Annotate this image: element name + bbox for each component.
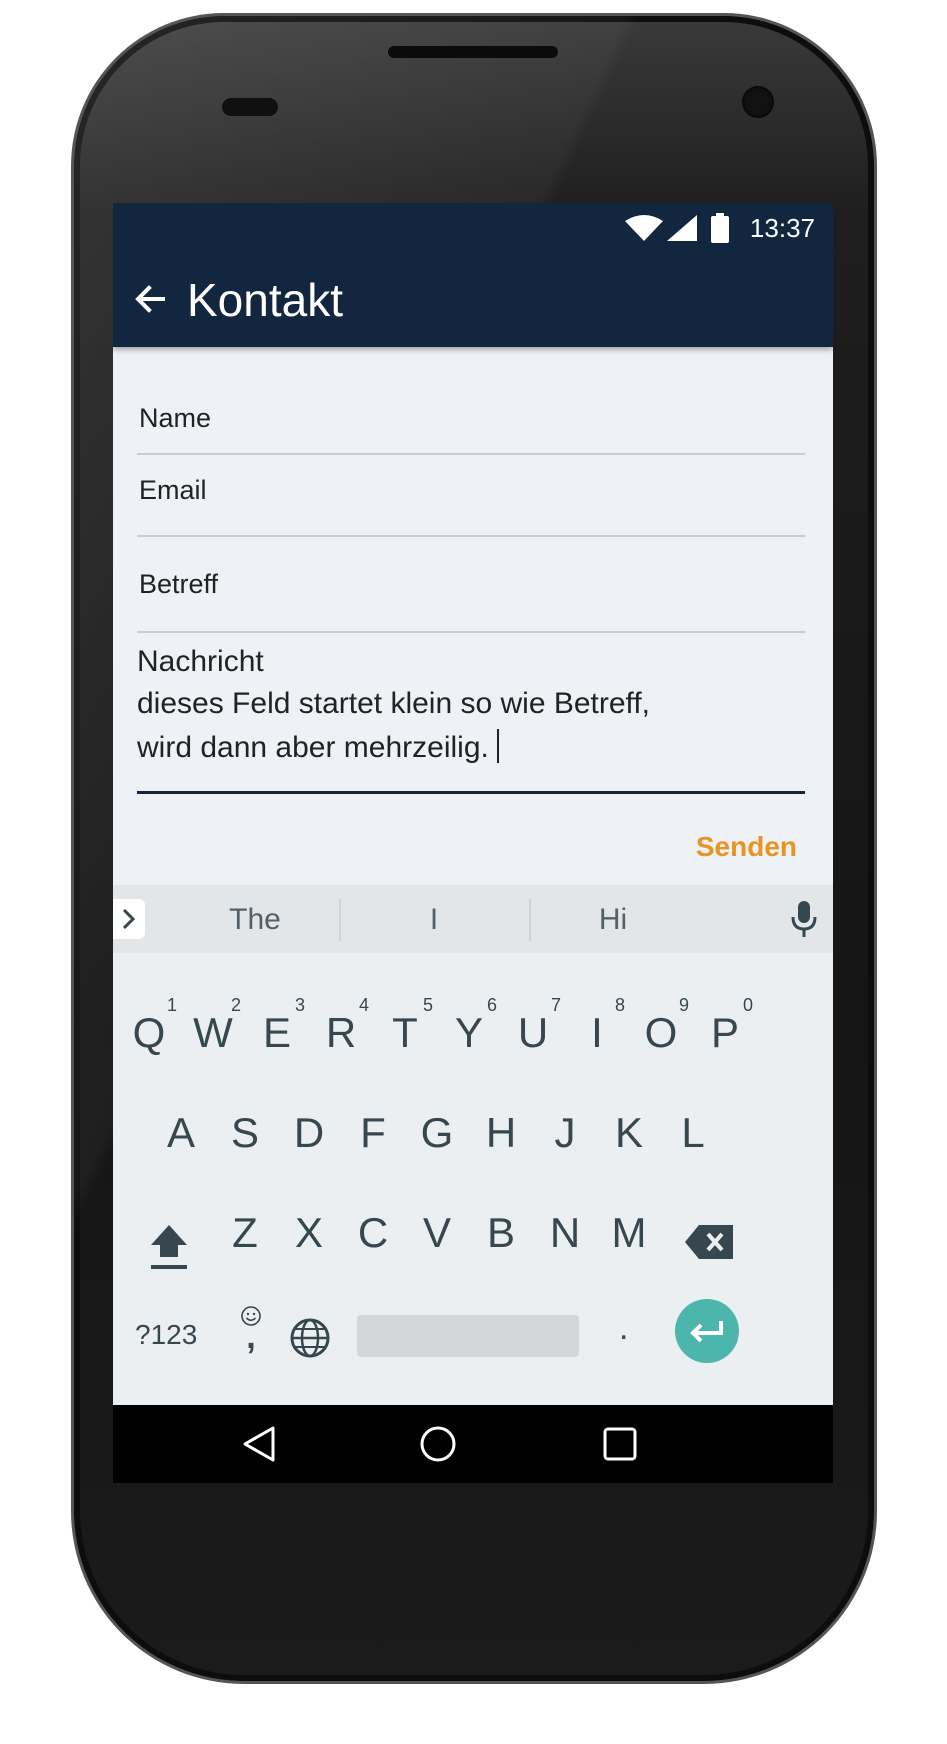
status-time: 13:37 [749,213,815,243]
subject-field-label: Betreff [139,569,219,599]
chevron-right-icon [122,908,136,930]
key-d[interactable]: D [277,1109,341,1157]
key-j[interactable]: J [533,1109,597,1157]
message-field[interactable]: Nachricht dieses Feld startet klein so w… [137,631,805,794]
subject-field[interactable]: Betreff [137,535,805,633]
proximity-sensor [222,98,278,116]
name-field-label: Name [139,403,212,433]
key-h[interactable]: H [469,1109,533,1157]
key-p[interactable]: P [693,1009,757,1057]
key-i[interactable]: I [565,1009,629,1057]
key-a[interactable]: A [149,1109,213,1157]
comma-key[interactable]: , [231,1305,271,1356]
globe-icon[interactable] [289,1317,331,1359]
suggestion-expand-button[interactable] [113,899,145,939]
wifi-icon [625,215,663,241]
suggestion-strip: The I Hi [113,885,833,953]
period-key[interactable]: . [619,1309,628,1348]
message-text-line-2-text: wird dann aber mehrzeilig. [137,731,489,764]
page-title: Kontakt [187,274,343,326]
key-x[interactable]: X [277,1209,341,1257]
suggestion-divider [529,899,531,941]
keyboard: The I Hi Q W E R T Y U I O P 1 2 3 4 5 6… [113,885,833,1405]
key-r[interactable]: R [309,1009,373,1057]
shift-icon[interactable] [147,1223,191,1273]
key-hint: 1 [167,995,178,1015]
key-b[interactable]: B [469,1209,533,1257]
key-hint: 9 [679,995,690,1015]
key-hint: 2 [231,995,242,1015]
mic-icon[interactable] [789,899,819,939]
battery-icon [711,213,729,243]
key-s[interactable]: S [213,1109,277,1157]
suggestion-1[interactable]: The [205,903,305,937]
space-key[interactable] [357,1315,579,1357]
back-arrow-icon[interactable] [127,275,175,323]
key-t[interactable]: T [373,1009,437,1057]
navigation-bar [113,1405,833,1483]
enter-icon [690,1321,723,1343]
key-hint: 3 [295,995,306,1015]
key-l[interactable]: L [661,1109,725,1157]
earpiece-speaker [388,46,558,58]
message-text-line-1: dieses Feld startet klein so wie Betreff… [137,687,651,720]
key-q[interactable]: Q [117,1009,181,1057]
key-k[interactable]: K [597,1109,661,1157]
app-bar: Kontakt [113,251,833,347]
message-text-line-2: wird dann aber mehrzeilig. [137,729,499,765]
key-n[interactable]: N [533,1209,597,1257]
nav-back-icon[interactable] [241,1425,277,1463]
key-e[interactable]: E [245,1009,309,1057]
key-c[interactable]: C [341,1209,405,1257]
nav-recent-icon[interactable] [603,1427,637,1461]
key-v[interactable]: V [405,1209,469,1257]
signal-icon [667,215,697,241]
name-field[interactable]: Name [137,367,805,455]
screen: 13:37 Kontakt Name Email Betreff Nachric… [113,203,833,1483]
key-w[interactable]: W [181,1009,245,1057]
email-field[interactable]: Email [137,453,805,537]
front-camera [742,86,774,118]
suggestion-2[interactable]: I [384,903,484,937]
comma-key-label: , [246,1318,256,1356]
key-hint: 7 [551,995,562,1015]
key-hint: 8 [615,995,626,1015]
key-m[interactable]: M [597,1209,661,1257]
status-bar: 13:37 [113,203,833,251]
enter-key[interactable] [675,1299,739,1363]
key-hint: 5 [423,995,434,1015]
key-u[interactable]: U [501,1009,565,1057]
nav-home-icon[interactable] [419,1425,457,1463]
key-o[interactable]: O [629,1009,693,1057]
key-f[interactable]: F [341,1109,405,1157]
suggestion-divider [339,899,341,941]
key-hint: 0 [743,995,754,1015]
send-button[interactable]: Senden [696,831,797,863]
key-hint: 4 [359,995,370,1015]
suggestion-3[interactable]: Hi [563,903,663,937]
text-cursor [496,729,499,763]
key-z[interactable]: Z [213,1209,277,1257]
key-hint: 6 [487,995,498,1015]
symbols-key[interactable]: ?123 [135,1319,197,1351]
email-field-label: Email [139,475,207,505]
key-y[interactable]: Y [437,1009,501,1057]
message-field-label: Nachricht [137,645,264,678]
key-g[interactable]: G [405,1109,469,1157]
backspace-icon[interactable] [685,1225,733,1259]
